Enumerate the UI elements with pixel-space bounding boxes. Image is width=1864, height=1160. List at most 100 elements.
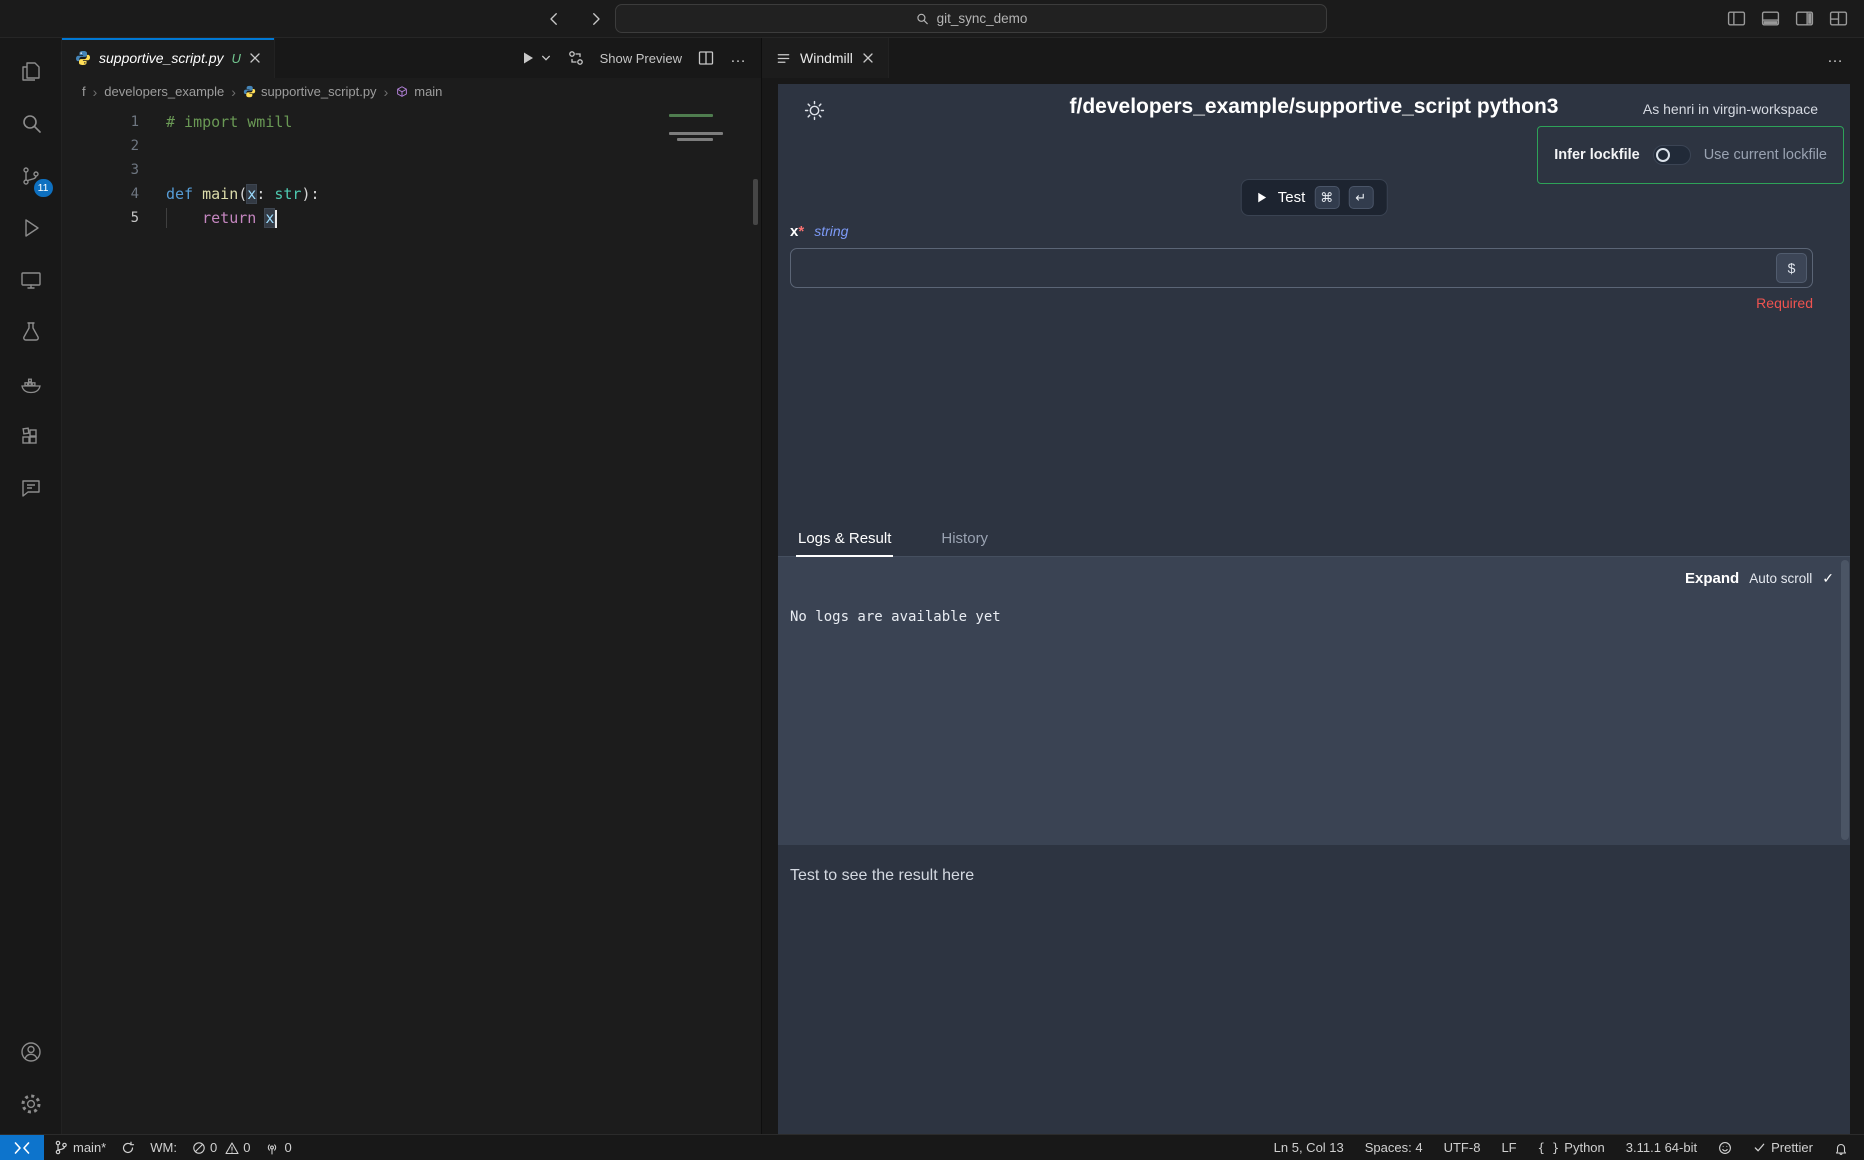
infer-lockfile-label: Infer lockfile xyxy=(1554,147,1639,163)
autoscroll-check-icon: ✓ xyxy=(1822,570,1834,587)
ports-count: 0 xyxy=(284,1140,291,1155)
eol-status[interactable]: LF xyxy=(1501,1140,1516,1155)
minimap[interactable] xyxy=(669,114,743,141)
workspace-context: As henri in virgin-workspace xyxy=(1643,101,1818,117)
python-file-icon xyxy=(75,50,91,66)
docker-icon[interactable] xyxy=(0,358,62,410)
errors-icon xyxy=(192,1141,206,1155)
result-tabs: Logs & Result History xyxy=(778,521,1850,557)
ports-status[interactable]: 0 xyxy=(265,1140,291,1155)
titlebar: git_sync_demo xyxy=(0,0,1864,38)
test-button[interactable]: Test ⌘ ↵ xyxy=(1241,179,1388,216)
run-file-button[interactable] xyxy=(519,49,552,67)
search-sidebar-icon[interactable] xyxy=(0,98,62,150)
forward-arrow-icon[interactable] xyxy=(587,10,605,28)
editor-scrollbar[interactable] xyxy=(753,179,758,225)
notifications-bell-icon[interactable] xyxy=(1834,1141,1848,1155)
play-icon xyxy=(1255,190,1269,205)
cursor-position-status[interactable]: Ln 5, Col 13 xyxy=(1274,1140,1344,1155)
status-bar: main* WM: 0 0 0 Ln 5, Col 13 Spaces: 4 xyxy=(0,1134,1864,1160)
warnings-count: 0 xyxy=(243,1140,250,1155)
python-interpreter-status[interactable]: 3.11.1 64-bit xyxy=(1626,1140,1697,1155)
breadcrumb-file[interactable]: supportive_script.py xyxy=(243,84,377,99)
show-preview-button[interactable]: Show Preview xyxy=(600,51,682,66)
sync-status[interactable] xyxy=(121,1141,135,1155)
breadcrumb: f › developers_example › supportive_scri… xyxy=(62,78,761,105)
breadcrumb-separator: › xyxy=(93,84,98,100)
account-icon[interactable] xyxy=(0,1026,62,1078)
extensions-icon[interactable] xyxy=(0,410,62,462)
command-center-search[interactable]: git_sync_demo xyxy=(615,4,1327,33)
lockfile-settings: Infer lockfile Use current lockfile xyxy=(1537,126,1844,184)
breadcrumb-root[interactable]: f xyxy=(82,84,86,99)
code-line[interactable]: 4def main(x: str): xyxy=(62,182,761,206)
indentation-status[interactable]: Spaces: 4 xyxy=(1365,1140,1423,1155)
chat-icon[interactable] xyxy=(0,462,62,514)
windmill-more-actions[interactable]: … xyxy=(1827,38,1864,78)
testing-icon[interactable] xyxy=(0,306,62,358)
tab-history[interactable]: History xyxy=(941,530,988,556)
field-type: string xyxy=(814,223,848,239)
close-tab-icon[interactable] xyxy=(249,52,261,64)
remote-indicator[interactable] xyxy=(0,1135,44,1160)
windmill-status[interactable]: WM: xyxy=(150,1140,177,1155)
logs-scrollbar[interactable] xyxy=(1841,560,1849,840)
tab-windmill[interactable]: Windmill xyxy=(762,38,889,78)
required-star: * xyxy=(798,223,804,240)
code-line[interactable]: 1# import wmill xyxy=(62,110,761,134)
logs-empty-message: No logs are available yet xyxy=(790,609,1001,625)
encoding-status[interactable]: UTF-8 xyxy=(1444,1140,1481,1155)
settings-gear-icon[interactable] xyxy=(0,1078,62,1130)
breadcrumb-separator: › xyxy=(231,84,236,100)
webview-list-icon xyxy=(776,51,791,66)
expand-button[interactable]: Expand xyxy=(1685,570,1739,587)
toggle-panel-icon[interactable] xyxy=(1761,9,1780,28)
sync-icon xyxy=(121,1141,135,1155)
customize-layout-icon[interactable] xyxy=(1829,9,1848,28)
cmd-keycap: ⌘ xyxy=(1314,186,1339,209)
errors-count: 0 xyxy=(210,1140,217,1155)
remote-explorer-icon[interactable] xyxy=(0,254,62,306)
use-current-lockfile-label[interactable]: Use current lockfile xyxy=(1704,147,1827,163)
toggle-secondary-sidebar-icon[interactable] xyxy=(1795,9,1814,28)
x-input[interactable] xyxy=(796,260,1776,276)
explorer-icon[interactable] xyxy=(0,46,62,98)
code-editor[interactable]: 1# import wmill234def main(x: str):5 ret… xyxy=(62,105,761,1134)
tab-logs-result[interactable]: Logs & Result xyxy=(798,530,891,556)
breadcrumb-separator: › xyxy=(384,84,389,100)
code-lines: 1# import wmill234def main(x: str):5 ret… xyxy=(62,110,761,230)
git-status-badge: U xyxy=(232,51,241,66)
infer-lockfile-toggle[interactable] xyxy=(1653,145,1691,165)
editor-more-actions[interactable]: … xyxy=(730,49,747,67)
dollar-variable-button[interactable]: $ xyxy=(1776,253,1807,283)
method-symbol-icon xyxy=(395,85,409,99)
remote-icon xyxy=(14,1141,30,1155)
breadcrumb-symbol[interactable]: main xyxy=(395,84,442,99)
toggle-sidebar-icon[interactable] xyxy=(1727,9,1746,28)
formatter-name: Prettier xyxy=(1771,1140,1813,1155)
split-editor-icon[interactable] xyxy=(697,49,715,67)
autoscroll-label[interactable]: Auto scroll xyxy=(1749,571,1812,586)
python-file-icon xyxy=(243,85,256,98)
line-number: 3 xyxy=(62,158,166,182)
breadcrumb-folder[interactable]: developers_example xyxy=(104,84,224,99)
windmill-webview: f/developers_example/supportive_script p… xyxy=(778,84,1850,1134)
line-number: 1 xyxy=(62,110,166,134)
git-branch-status[interactable]: main* xyxy=(54,1140,106,1155)
feedback-smiley-icon[interactable] xyxy=(1718,1141,1732,1155)
code-line[interactable]: 2 xyxy=(62,134,761,158)
code-line[interactable]: 5 return x xyxy=(62,206,761,230)
run-debug-icon[interactable] xyxy=(0,202,62,254)
code-line[interactable]: 3 xyxy=(62,158,761,182)
language-status[interactable]: { } Python xyxy=(1538,1140,1605,1155)
problems-status[interactable]: 0 0 xyxy=(192,1140,250,1155)
open-changes-icon[interactable] xyxy=(567,49,585,67)
back-arrow-icon[interactable] xyxy=(545,10,563,28)
language-name: Python xyxy=(1564,1140,1604,1155)
tab-supportive-script[interactable]: supportive_script.py U xyxy=(62,38,275,78)
formatter-status[interactable]: Prettier xyxy=(1753,1140,1813,1155)
source-control-icon[interactable]: 11 xyxy=(0,150,62,202)
close-windmill-tab-icon[interactable] xyxy=(862,52,874,64)
field-label-x: x* string xyxy=(790,223,848,240)
enter-keycap: ↵ xyxy=(1348,186,1373,209)
